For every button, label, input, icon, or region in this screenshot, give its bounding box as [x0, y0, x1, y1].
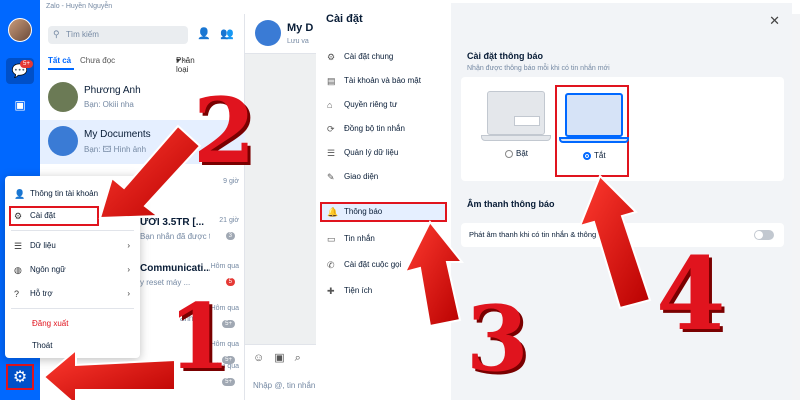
composer-toolbar[interactable]: ☺▣⌕ [253, 351, 311, 365]
chevron-right-icon: › [127, 289, 130, 298]
settings-item-account-security[interactable]: ▤ Tài khoản và bảo mật [320, 71, 447, 91]
tab-indicator [48, 68, 74, 70]
option-on[interactable]: Bật [479, 85, 553, 177]
settings-item-appearance[interactable]: ✎ Giao diện [320, 167, 447, 187]
filter-dropdown[interactable]: Phân loại ▾ ⋯ [176, 56, 195, 74]
folder-icon [255, 20, 281, 46]
settings-item-messages[interactable]: ▭ Tin nhắn [320, 229, 447, 249]
add-friend-icon[interactable]: 👤 [197, 27, 211, 40]
step-number-2: 2 [193, 78, 256, 184]
menu-item-account[interactable]: 👤 Thông tin tài khoản [5, 184, 140, 204]
laptop-preview [565, 93, 623, 137]
notification-settings-title: Cài đặt thông báo [467, 51, 543, 61]
step-number-3: 3 [466, 286, 529, 392]
sync-icon: ⟳ [327, 124, 335, 134]
menu-item-settings[interactable]: ⚙ Cài đặt [9, 206, 99, 226]
gear-icon: ⚙ [327, 52, 336, 62]
search-input[interactable]: ⚲ Tìm kiếm [48, 26, 188, 44]
settings-sidebar: Cài đặt ⚙ Cài đặt chung ▤ Tài khoản và bảo… [316, 3, 451, 400]
step-number-4: 4 [656, 235, 726, 353]
chat-body [245, 54, 320, 344]
menu-item-language[interactable]: ◍ Ngôn ngữ › [5, 260, 140, 280]
composer: ☺▣⌕ Nhập @, tin nhắn [245, 344, 320, 400]
avatar [48, 126, 78, 156]
settings-item-calls[interactable]: ✆ Cài đặt cuộc gọi [320, 255, 447, 275]
contacts-icon: ▣ [14, 98, 26, 112]
option-off[interactable]: Tắt [555, 85, 629, 177]
settings-nav-button[interactable]: ⚙ [6, 364, 34, 390]
contacts-nav-button[interactable]: ▣ [6, 92, 34, 118]
settings-item-notifications[interactable]: 🔔 Thông báo [320, 202, 447, 222]
puzzle-icon: ✚ [327, 286, 335, 296]
brush-icon: ✎ [327, 172, 335, 182]
globe-icon: ◍ [14, 265, 22, 275]
radio-on[interactable]: Bật [505, 149, 528, 158]
id-card-icon: ▤ [327, 76, 336, 86]
divider [11, 308, 134, 309]
gear-icon: ⚙ [12, 369, 28, 386]
radio-off[interactable]: Tắt [583, 151, 606, 160]
notification-options: Bật Tắt [461, 77, 784, 181]
tab-unread[interactable]: Chưa đọc [80, 56, 115, 65]
menu-item-data[interactable]: ☰ Dữ liệu › [5, 236, 140, 256]
notification-settings-subtitle: Nhận được thông báo mỗi khi có tin nhắn … [467, 65, 610, 72]
bell-icon: 🔔 [327, 207, 339, 217]
create-group-icon[interactable]: 👥 [220, 27, 234, 40]
screen: 💬 5+ ▣ ⚙ Zalo - Huyền Nguyễn ⚲ Tìm kiếm 👤… [0, 0, 800, 400]
settings-popup-menu: 👤 Thông tin tài khoản ⚙ Cài đặt ☰ Dữ liệu › … [5, 176, 140, 358]
settings-item-privacy[interactable]: ⌂ Quyền riêng tư [320, 95, 447, 115]
divider [11, 230, 134, 231]
laptop-preview [487, 91, 545, 135]
settings-item-general[interactable]: ⚙ Cài đặt chung [320, 47, 447, 67]
database-icon: ☰ [327, 148, 336, 158]
phone-icon: ✆ [327, 260, 335, 270]
settings-item-sync[interactable]: ⟳ Đồng bộ tin nhắn [320, 119, 447, 139]
avatar[interactable] [8, 18, 32, 42]
message-icon: ▭ [327, 234, 336, 244]
help-icon: ? [14, 289, 20, 299]
menu-item-logout[interactable]: Đăng xuất [5, 314, 140, 334]
sound-row: Phát âm thanh khi có tin nhắn & thông bá… [461, 223, 784, 247]
tab-all[interactable]: Tất cả [48, 56, 71, 65]
menu-item-exit[interactable]: Thoát [5, 336, 140, 356]
settings-item-data[interactable]: ☰ Quản lý dữ liệu [320, 143, 447, 163]
sound-toggle[interactable] [754, 230, 774, 240]
unread-badge: 5+ [20, 60, 33, 68]
sound-section-title: Âm thanh thông báo [467, 199, 555, 209]
chevron-right-icon: › [127, 265, 130, 274]
settings-title: Cài đặt [326, 13, 363, 25]
chat-header: My D Lưu va [245, 14, 320, 54]
menu-item-support[interactable]: ? Hỗ trợ › [5, 284, 140, 304]
search-icon: ⚲ [53, 29, 60, 39]
gear-icon: ⚙ [14, 211, 23, 221]
avatar [48, 82, 78, 112]
database-icon: ☰ [14, 241, 23, 251]
lock-icon: ⌂ [327, 100, 333, 110]
settings-item-utilities[interactable]: ✚ Tiện ích [320, 281, 447, 301]
step-number-1: 1 [168, 284, 231, 390]
user-icon: 👤 [14, 189, 26, 199]
close-icon[interactable]: ✕ [769, 13, 780, 29]
tabs: Tất cả Chưa đọc Phân loại ▾ ⋯ [48, 56, 238, 74]
chevron-right-icon: › [127, 241, 130, 250]
message-input[interactable]: Nhập @, tin nhắn [253, 381, 315, 390]
